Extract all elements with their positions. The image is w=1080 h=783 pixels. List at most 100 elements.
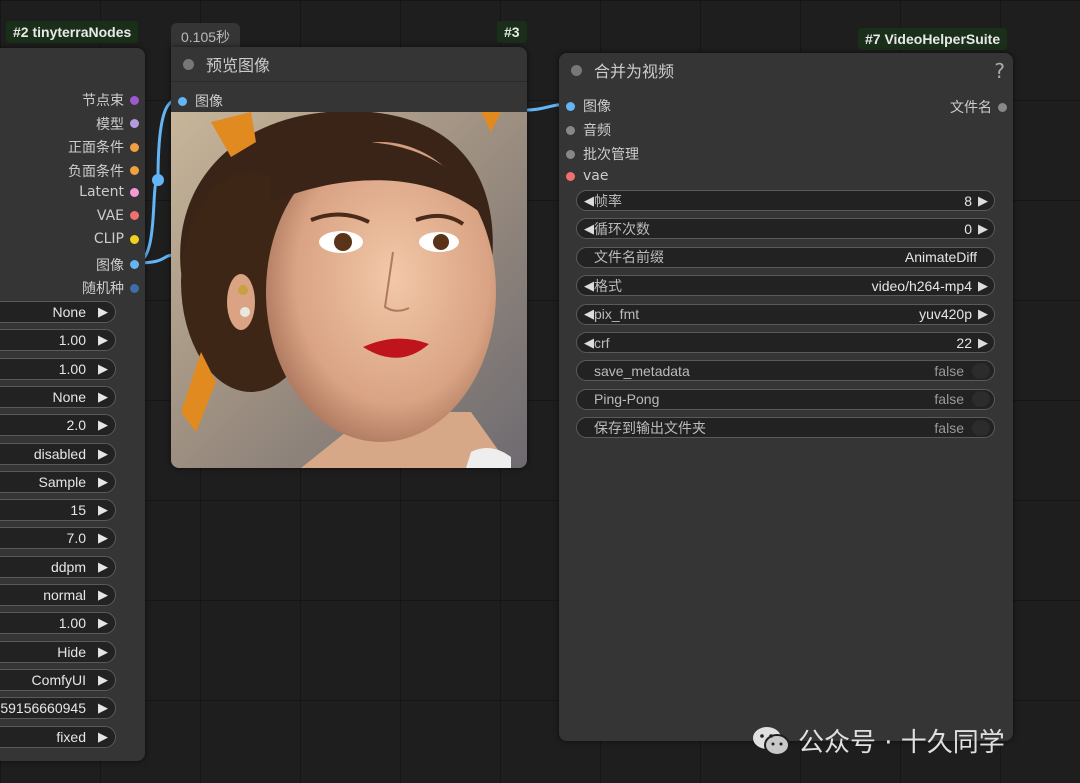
widget-toggle[interactable]: 保存到输出文件夹 false: [576, 417, 995, 439]
widget-combo[interactable]: ◀ 格式 video/h264-mp4 ▶: [576, 275, 995, 297]
output-slot[interactable]: Latent: [79, 184, 139, 200]
output-slot-label: Latent: [79, 184, 124, 200]
toggle-knob-icon[interactable]: [972, 362, 990, 379]
widget-value: fixed: [56, 728, 86, 745]
arrow-right-icon[interactable]: ▶: [98, 502, 108, 518]
input-slot[interactable]: 图像: [566, 96, 611, 116]
node-2-tinyterra[interactable]: 节点束模型正面条件负面条件 Latent VAE CLIP 图像随机种 None ▶ 1.0…: [0, 48, 145, 761]
arrow-right-icon[interactable]: ▶: [98, 644, 108, 660]
widget-combo[interactable]: disabled ▶: [0, 442, 116, 465]
arrow-right-icon[interactable]: ▶: [98, 474, 108, 490]
arrow-left-icon[interactable]: ◀: [584, 221, 594, 237]
arrow-left-icon[interactable]: ◀: [584, 306, 594, 322]
widget-number[interactable]: ◀ crf 22 ▶: [576, 332, 995, 353]
arrow-right-icon[interactable]: ▶: [98, 446, 108, 462]
widget-value: 22: [956, 334, 972, 351]
arrow-right-icon[interactable]: ▶: [978, 193, 988, 209]
output-slot-label: CLIP: [93, 231, 124, 247]
arrow-right-icon[interactable]: ▶: [98, 332, 108, 348]
output-slot[interactable]: VAE: [97, 208, 139, 224]
widget-combo[interactable]: ComfyUI ▶: [0, 668, 116, 691]
arrow-left-icon[interactable]: ◀: [584, 193, 594, 209]
widget-combo[interactable]: 15 ▶: [0, 499, 116, 522]
widget-value: 15: [70, 502, 86, 519]
toggle-knob-icon[interactable]: [972, 391, 990, 408]
arrow-right-icon[interactable]: ▶: [98, 304, 108, 320]
arrow-right-icon[interactable]: ▶: [978, 306, 988, 322]
slot-dot-icon: [130, 260, 139, 269]
arrow-right-icon[interactable]: ▶: [98, 672, 108, 688]
widget-combo[interactable]: Sample ▶: [0, 470, 116, 493]
slot-dot-icon: [566, 171, 575, 181]
widget-combo[interactable]: ddpm ▶: [0, 555, 116, 578]
widget-combo[interactable]: 2.0 ▶: [0, 414, 116, 437]
widget-value: false: [934, 362, 964, 379]
node-7-combine-video[interactable]: 合并为视频 ? 图像音频批次管理 vae 文件名 ◀ 帧率 8 ▶ ◀ 循环次数 0 ▶ 文件名前…: [559, 53, 1013, 741]
arrow-right-icon[interactable]: ▶: [98, 587, 108, 603]
arrow-right-icon[interactable]: ▶: [98, 559, 108, 575]
widget-toggle[interactable]: Ping-Pong false: [576, 388, 995, 410]
output-slot[interactable]: 随机种: [82, 278, 139, 298]
output-slot[interactable]: CLIP: [94, 231, 139, 247]
node-7-title[interactable]: 合并为视频 ?: [559, 53, 1013, 87]
widget-label: 循环次数: [594, 220, 650, 237]
output-slot[interactable]: 模型: [96, 114, 139, 134]
widget-value: None: [52, 388, 86, 405]
node-2-badge: #2 tinyterraNodes: [6, 21, 139, 43]
widget-value: 1.00: [58, 360, 86, 377]
widget-combo[interactable]: 1.00 ▶: [0, 357, 116, 380]
arrow-right-icon[interactable]: ▶: [98, 417, 108, 433]
widget-value: ddpm: [50, 558, 86, 575]
output-slot[interactable]: 节点束: [82, 90, 139, 110]
output-slot[interactable]: 图像: [96, 255, 139, 275]
widget-toggle[interactable]: save_metadata false: [576, 360, 995, 382]
collapse-dot-icon[interactable]: [571, 64, 582, 76]
widget-value: Sample: [38, 473, 86, 490]
arrow-left-icon[interactable]: ◀: [584, 335, 594, 351]
input-slot[interactable]: vae: [566, 168, 608, 184]
widget-label: 帧率: [594, 192, 622, 209]
arrow-right-icon[interactable]: ▶: [978, 278, 988, 294]
output-slot-filename[interactable]: 文件名: [950, 97, 1007, 117]
widget-combo[interactable]: ◀ pix_fmt yuv420p ▶: [576, 303, 995, 325]
arrow-right-icon[interactable]: ▶: [98, 615, 108, 631]
node-3-preview-image[interactable]: 预览图像 图像: [171, 47, 527, 468]
arrow-right-icon[interactable]: ▶: [98, 700, 108, 716]
widget-combo[interactable]: fixed ▶: [0, 725, 116, 748]
output-slot-label: 负面条件: [68, 163, 124, 180]
widget-combo[interactable]: 59156660945 ▶: [0, 697, 116, 720]
collapse-dot-icon[interactable]: [183, 58, 194, 70]
widget-combo[interactable]: 1.00 ▶: [0, 612, 116, 635]
input-slot[interactable]: 音频: [566, 120, 611, 140]
slot-dot-icon: [130, 142, 139, 152]
arrow-right-icon[interactable]: ▶: [98, 389, 108, 405]
widget-combo[interactable]: None ▶: [0, 301, 116, 323]
arrow-right-icon[interactable]: ▶: [978, 335, 988, 351]
node-3-badge: #3: [497, 21, 527, 43]
input-slot[interactable]: 批次管理: [566, 144, 639, 164]
arrow-right-icon[interactable]: ▶: [98, 729, 108, 745]
help-icon[interactable]: ?: [994, 59, 1005, 83]
arrow-left-icon[interactable]: ◀: [584, 278, 594, 294]
input-slot-image[interactable]: 图像: [178, 91, 223, 111]
watermark-text: 公众号 · 十久同学: [798, 728, 1005, 758]
input-slot-label: 音频: [583, 123, 611, 139]
widget-label: pix_fmt: [594, 306, 640, 323]
node-3-title[interactable]: 预览图像: [171, 47, 527, 82]
output-slot[interactable]: 正面条件: [68, 137, 139, 157]
widget-text[interactable]: 文件名前缀 AnimateDiff: [576, 246, 995, 268]
widget-combo[interactable]: Hide ▶: [0, 640, 116, 663]
node-7-badge: #7 VideoHelperSuite: [858, 28, 1008, 50]
output-slot[interactable]: 负面条件: [68, 161, 139, 181]
arrow-right-icon[interactable]: ▶: [98, 361, 108, 377]
widget-combo[interactable]: 1.00 ▶: [0, 329, 116, 352]
widget-combo[interactable]: None ▶: [0, 385, 116, 408]
widget-number[interactable]: ◀ 循环次数 0 ▶: [576, 218, 995, 240]
toggle-knob-icon[interactable]: [972, 419, 990, 436]
widget-combo[interactable]: normal ▶: [0, 584, 116, 606]
widget-value: 1.00: [58, 332, 86, 349]
arrow-right-icon[interactable]: ▶: [978, 221, 988, 237]
arrow-right-icon[interactable]: ▶: [98, 530, 108, 546]
widget-number[interactable]: ◀ 帧率 8 ▶: [576, 190, 995, 211]
widget-combo[interactable]: 7.0 ▶: [0, 527, 116, 550]
